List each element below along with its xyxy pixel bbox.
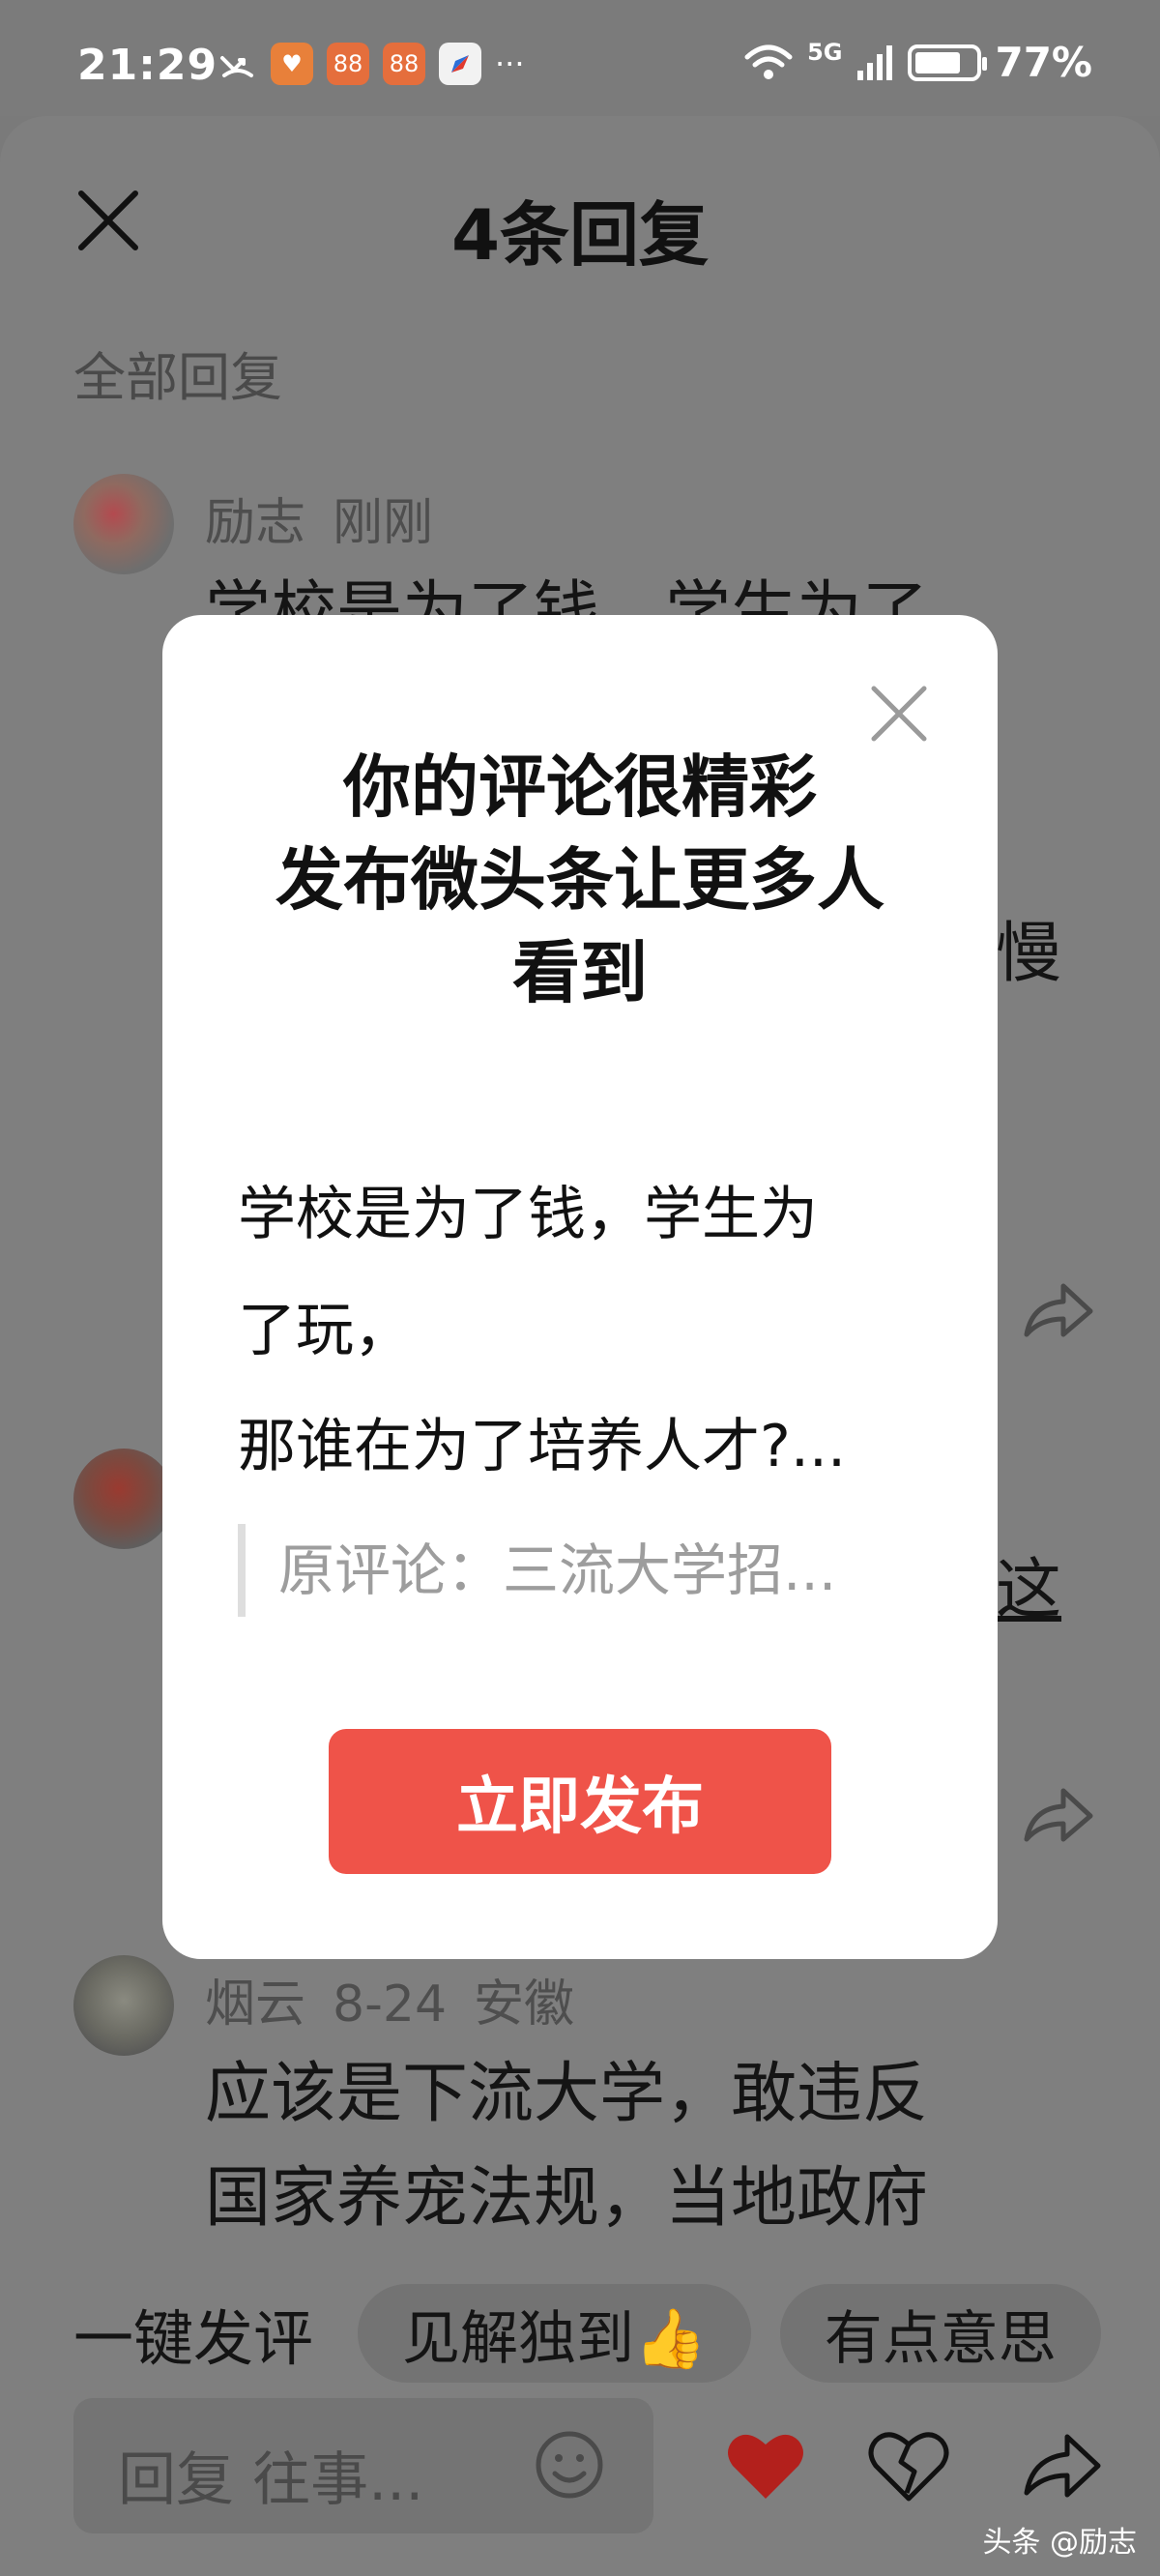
comment-text-peek: 慢 — [996, 916, 1062, 992]
toutiao-app-icon: 88 — [327, 43, 369, 85]
battery-level — [915, 51, 961, 73]
browser-app-icon — [439, 43, 481, 85]
emoji-icon[interactable] — [534, 2429, 605, 2501]
publish-now-button[interactable]: 立即发布 — [329, 1729, 831, 1874]
status-bar: 21:29 ♥ 88 88 ··· 5G 77% — [0, 0, 1160, 116]
avatar[interactable] — [73, 1449, 174, 1549]
dialog-comment-text: 学校是为了钱，学生为 了玩， 那谁在为了培养人才?... — [238, 1156, 934, 1505]
original-comment-quote: 原评论：三流大学招... — [238, 1524, 924, 1617]
quick-reply-chip[interactable]: 有点意思 — [779, 2284, 1101, 2383]
avatar[interactable] — [73, 474, 174, 574]
comment-author[interactable]: 烟云 — [205, 1976, 305, 2034]
status-time: 21:29 — [77, 41, 218, 90]
section-label: 全部回复 — [73, 347, 282, 408]
dislike-heart-icon[interactable] — [866, 2423, 951, 2508]
status-right: 5G 77% — [743, 39, 1092, 86]
close-icon[interactable] — [868, 683, 930, 745]
share-icon[interactable] — [1019, 1276, 1096, 1344]
reply-input[interactable]: 回复 往事... — [73, 2398, 653, 2533]
dialog-body-line: 学校是为了钱，学生为 — [238, 1181, 818, 1248]
share-icon[interactable] — [1019, 2423, 1104, 2508]
health-app-icon: ♥ — [271, 43, 313, 85]
watermark: 头条 @励志 — [982, 2526, 1137, 2560]
dialog-title: 你的评论很精彩 发布微头条让更多人 看到 — [162, 741, 998, 1019]
wifi-icon — [744, 44, 793, 79]
reply-input-placeholder: 回复 往事... — [118, 2446, 424, 2514]
more-notifications-icon: ··· — [495, 45, 525, 82]
dialog-body-line: 那谁在为了培养人才?... — [238, 1413, 847, 1480]
dialog-title-line: 你的评论很精彩 — [343, 747, 817, 827]
comment-text-peek: 这 — [996, 1552, 1062, 1628]
status-notification-icons: ♥ 88 88 ··· — [218, 43, 525, 85]
dialog-title-line: 看到 — [512, 933, 648, 1012]
comment-meta: 烟云 8-24 安徽 — [205, 1963, 601, 2035]
sheet-title: 4条回复 — [450, 194, 710, 276]
publish-dialog: 你的评论很精彩 发布微头条让更多人 看到 学校是为了钱，学生为 了玩， 那谁在为… — [162, 615, 998, 1959]
comment-author[interactable]: 励志 — [205, 494, 305, 552]
comment-line: 应该是下流大学，敢违反 — [205, 2056, 929, 2132]
quick-reply-label: 一键发评 — [73, 2303, 314, 2374]
like-heart-icon[interactable] — [723, 2423, 808, 2508]
comment-time: 8-24 — [333, 1976, 448, 2034]
comment-line: 国家养宠法规，当地政府 — [205, 2160, 929, 2237]
quick-reply-row: 一键发评 见解独到👍 有点意思 — [73, 2284, 1101, 2383]
share-icon[interactable] — [1019, 1781, 1096, 1849]
toutiao-app-icon-2: 88 — [383, 43, 425, 85]
quick-reply-chip[interactable]: 见解独到👍 — [358, 2284, 751, 2383]
dialog-body-line: 了玩， — [238, 1297, 412, 1364]
comment-text: 应该是下流大学，敢违反 国家养宠法规，当地政府 — [205, 2042, 1152, 2251]
missed-call-icon — [220, 56, 253, 77]
avatar[interactable] — [73, 1955, 174, 2056]
network-type: 5G — [807, 39, 843, 66]
dialog-title-line: 发布微头条让更多人 — [276, 840, 884, 920]
comment-location: 安徽 — [474, 1976, 575, 2034]
comment-time: 刚刚 — [333, 494, 434, 552]
battery-icon — [908, 44, 988, 81]
comment-meta: 励志 刚刚 — [205, 482, 460, 554]
battery-percent: 77% — [995, 39, 1092, 86]
signal-icon — [857, 44, 893, 80]
